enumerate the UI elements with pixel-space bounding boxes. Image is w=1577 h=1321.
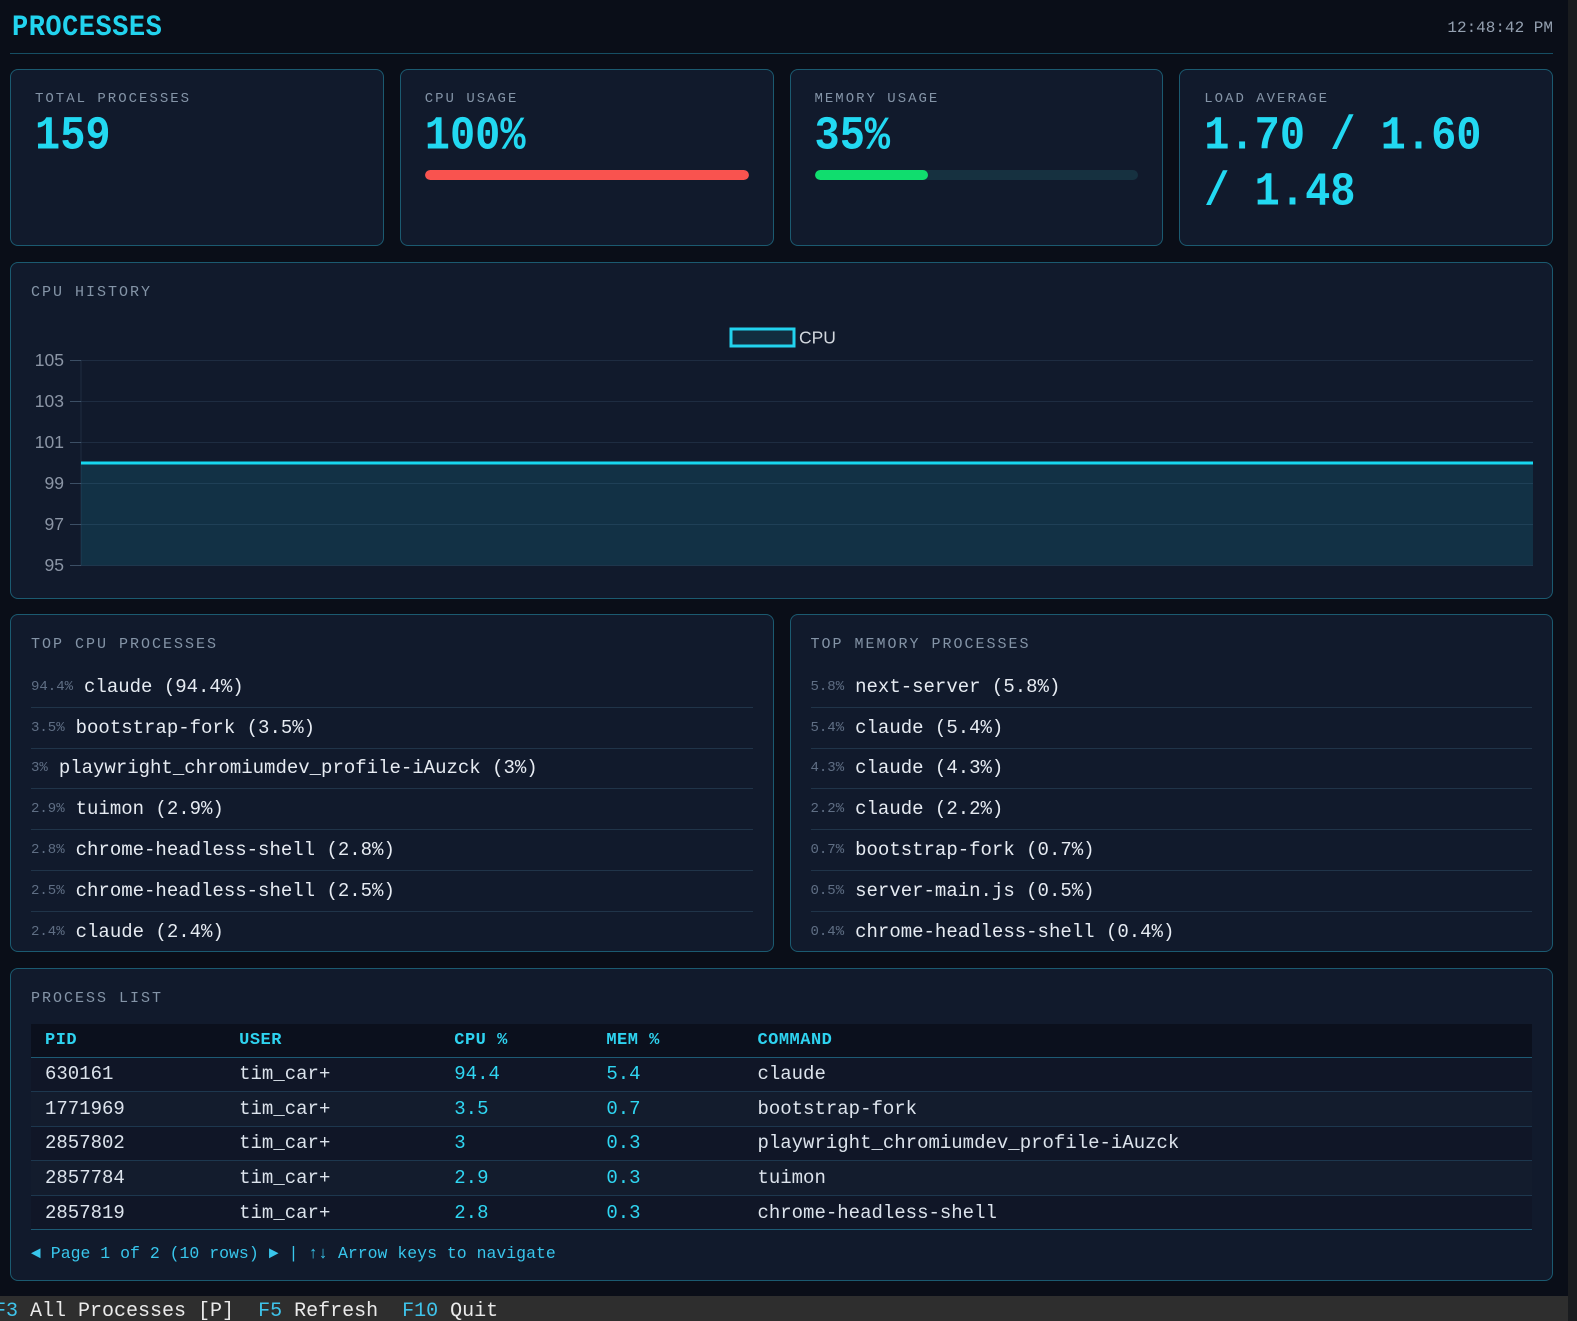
svg-text:101: 101 <box>35 432 64 452</box>
svg-text:97: 97 <box>45 514 64 534</box>
svg-text:105: 105 <box>35 350 64 370</box>
svg-text:95: 95 <box>45 555 64 575</box>
svg-text:CPU: CPU <box>799 328 836 348</box>
svg-text:103: 103 <box>35 391 64 411</box>
svg-text:99: 99 <box>45 473 64 493</box>
